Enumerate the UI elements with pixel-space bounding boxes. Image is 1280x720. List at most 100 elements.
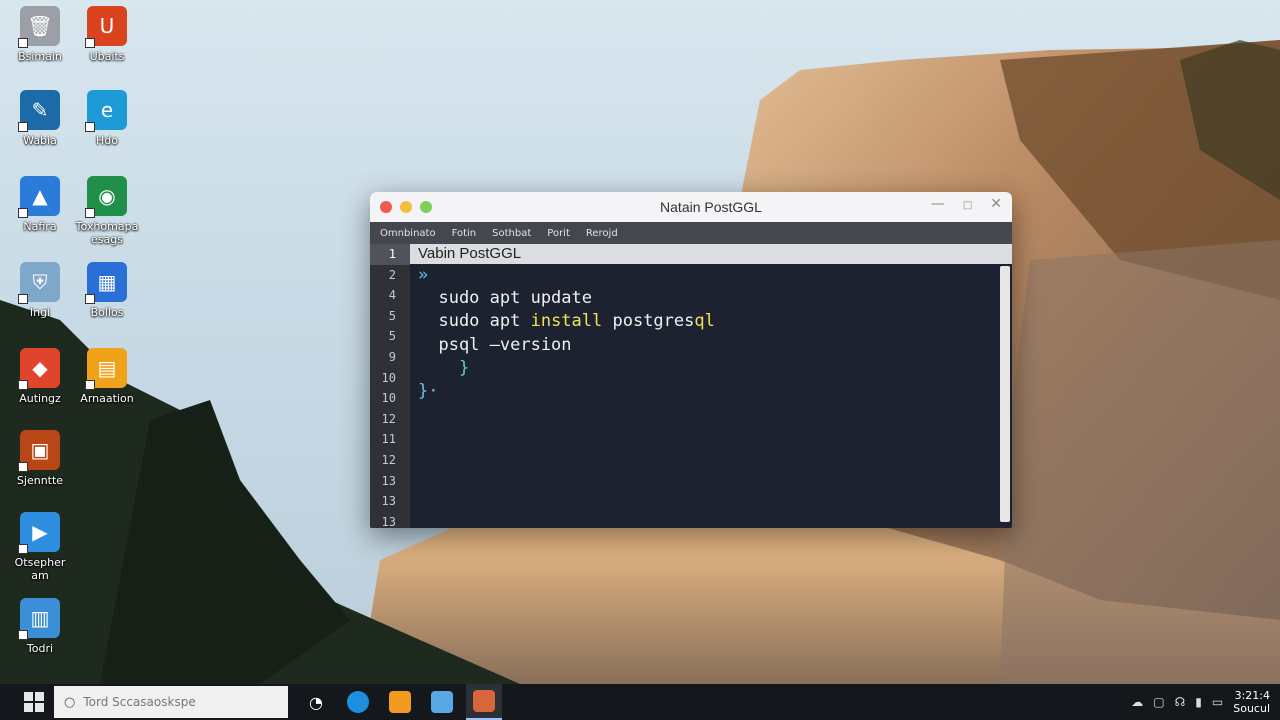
taskbar-app-edge[interactable] <box>340 684 376 720</box>
windows-logo-icon <box>35 703 44 712</box>
line-number: 10 <box>381 370 396 385</box>
code-line[interactable]: } <box>410 357 1012 380</box>
recycle-bin-icon: 🗑 <box>18 6 60 48</box>
line-number: 13 <box>381 514 396 528</box>
window-title: Natain PostGGL <box>660 199 762 215</box>
desktop-icon-label: Todri <box>26 642 54 655</box>
edge-browser-icon: e <box>85 90 127 132</box>
desktop-icon-label: Otsepher am <box>14 556 66 582</box>
window-controls: — □ ✕ <box>931 196 1002 216</box>
line-number: 13 <box>381 494 396 509</box>
taskbar-search[interactable]: ○ Tord Sccasaoskspe <box>54 686 288 718</box>
code-editor[interactable]: 1 2 4 5 5 9 10 10 12 11 12 13 13 13 Vabi… <box>370 244 1012 528</box>
office-app-icon: ◆ <box>18 348 60 390</box>
windows-logo-icon <box>35 692 44 701</box>
line-number: 13 <box>381 473 396 488</box>
menu-item[interactable]: Omnbinato <box>380 228 436 239</box>
store-icon <box>389 691 411 713</box>
code-area[interactable]: Vabin PostGGL » sudo apt update sudo apt… <box>410 244 1012 528</box>
windows-logo-icon <box>24 692 33 701</box>
line-number: 1 <box>370 244 410 265</box>
search-placeholder: Tord Sccasaoskspe <box>83 695 196 709</box>
desktop-icon-todri[interactable]: ▥ Todri <box>0 598 80 655</box>
minimize-icon[interactable]: — <box>931 196 945 216</box>
menu-bar: Omnbinato Fotin Sothbat Porit Rerojd <box>370 222 1012 244</box>
code-keyword: install <box>530 311 603 332</box>
notification-icon[interactable]: ▢ <box>1153 695 1164 709</box>
desktop-icon-label: Ubaits <box>89 50 125 63</box>
desktop-icon-label: Bollos <box>90 306 124 319</box>
calculator-app-icon: ▥ <box>18 598 60 640</box>
taskbar: ○ Tord Sccasaoskspe ◔ ☁ ▢ ☊ ▮ ▭ 3:21:4 S… <box>0 684 1280 720</box>
editor-window[interactable]: Natain PostGGL — □ ✕ Omnbinato Fotin Sot… <box>370 192 1012 528</box>
menu-item[interactable]: Rerojd <box>586 228 618 239</box>
line-number: 12 <box>381 452 396 467</box>
folder-app-icon: ▤ <box>85 348 127 390</box>
line-number: 5 <box>388 308 396 323</box>
desktop-icon-label: Arnaation <box>80 392 134 405</box>
code-brace: » <box>418 265 429 285</box>
menu-item[interactable]: Sothbat <box>492 228 531 239</box>
desktop-icon-label: Hdo <box>96 134 118 147</box>
desktop-icon-toxhomapa[interactable]: ◉ Toxhomapa esags <box>67 176 147 246</box>
editor-app-icon <box>473 690 495 712</box>
grid-app-icon: ▣ <box>18 430 60 472</box>
pen-app-icon: ✎ <box>18 90 60 132</box>
desktop-icon-bollos[interactable]: ▦ Bollos <box>67 262 147 319</box>
code-line[interactable]: }· <box>410 380 1012 403</box>
close-icon[interactable]: ✕ <box>990 196 1002 216</box>
folder-icon <box>431 691 453 713</box>
volume-icon[interactable]: ▮ <box>1195 695 1202 709</box>
edge-icon <box>347 691 369 713</box>
desktop-icon-ubaits[interactable]: U Ubaits <box>67 6 147 63</box>
line-number: 10 <box>381 391 396 406</box>
code-line[interactable]: » <box>410 264 1012 287</box>
taskbar-app-files[interactable] <box>424 684 460 720</box>
chrome-browser-icon: ◉ <box>85 176 127 218</box>
restore-icon[interactable]: □ <box>963 196 972 216</box>
code-brace: } <box>418 357 470 378</box>
code-keyword: ql <box>694 311 715 332</box>
clock[interactable]: 3:21:4 Soucul <box>1233 689 1270 715</box>
code-token: sudo apt <box>418 311 531 332</box>
desktop-icon-sjenntte[interactable]: ▣ Sjenntte <box>0 430 80 487</box>
desktop-icon-arnaation[interactable]: ▤ Arnaation <box>67 348 147 405</box>
code-token: postgres <box>602 311 695 332</box>
windows-logo-icon <box>24 703 33 712</box>
desktop-icon-label: Toxhomapa esags <box>75 220 139 246</box>
line-number: 9 <box>388 349 396 364</box>
code-line[interactable]: psql —version <box>410 334 1012 357</box>
line-number: 12 <box>381 411 396 426</box>
desktop-icon-otsepher[interactable]: ▶ Otsepher am <box>0 512 80 582</box>
vertical-scrollbar[interactable] <box>1000 266 1010 522</box>
code-line[interactable]: sudo apt update <box>410 287 1012 310</box>
code-line-active[interactable]: Vabin PostGGL <box>410 244 1012 264</box>
code-brace: }· <box>418 380 439 401</box>
line-number: 5 <box>388 329 396 344</box>
cloud-icon[interactable]: ☁ <box>1131 695 1143 709</box>
taskbar-app-editor[interactable] <box>466 684 502 720</box>
network-icon[interactable]: ☊ <box>1175 695 1186 709</box>
app-u-icon: U <box>85 6 127 48</box>
line-number: 2 <box>388 267 396 282</box>
menu-item[interactable]: Porit <box>547 228 570 239</box>
shield-icon: ⛨ <box>18 262 60 304</box>
window-titlebar[interactable]: Natain PostGGL — □ ✕ <box>370 192 1012 222</box>
clock-date: Soucul <box>1233 702 1270 715</box>
play-store-icon: ▶ <box>18 512 60 554</box>
system-tray: ☁ ▢ ☊ ▮ ▭ 3:21:4 Soucul <box>1131 684 1270 720</box>
menu-item[interactable]: Fotin <box>452 228 477 239</box>
start-button[interactable] <box>24 692 44 712</box>
clock-time: 3:21:4 <box>1234 689 1270 702</box>
drive-app-icon: ▲ <box>18 176 60 218</box>
line-number: 4 <box>388 288 396 303</box>
task-view-button[interactable]: ◔ <box>298 684 334 720</box>
desktop-icon-label: Sjenntte <box>16 474 64 487</box>
search-icon: ○ <box>64 694 76 710</box>
taskbar-app-store[interactable] <box>382 684 418 720</box>
desktop-icon-hdo[interactable]: e Hdo <box>67 90 147 147</box>
battery-icon[interactable]: ▭ <box>1212 695 1223 709</box>
task-view-icon: ◔ <box>309 692 323 712</box>
store-app-icon: ▦ <box>85 262 127 304</box>
code-line[interactable]: sudo apt install postgresql <box>410 310 1012 333</box>
